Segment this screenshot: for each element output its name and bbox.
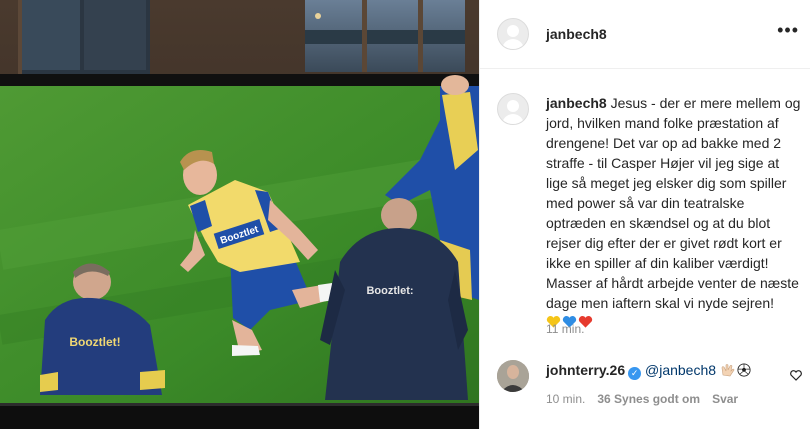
post-timestamp[interactable]: 11 min. (546, 322, 584, 336)
staff-jacket-text-left: Booztlet! (69, 335, 120, 349)
more-options-icon[interactable]: ••• (777, 21, 799, 39)
author-avatar[interactable] (497, 18, 529, 50)
comment-meta: 10 min. 36 Synes godt om Svar (546, 392, 750, 406)
soccer-ball-icon (737, 363, 751, 377)
caption-author-username[interactable]: janbech8 (546, 95, 607, 111)
tv-screen-photo: Booztlet Booztlet! Booztlet: (0, 0, 479, 429)
clapping-hands-icon (721, 364, 735, 377)
commenter-avatar[interactable] (497, 360, 529, 392)
verified-badge-icon: ✓ (628, 367, 642, 380)
staff-jacket-text-right: Booztlet: (366, 285, 413, 297)
comment-mention[interactable]: @janbech8 (645, 362, 716, 378)
post-photo[interactable]: Booztlet Booztlet! Booztlet: (0, 0, 479, 429)
post-view: Booztlet Booztlet! Booztlet: janbech8 ••… (0, 0, 810, 429)
like-comment-heart-icon[interactable] (790, 368, 802, 386)
author-username[interactable]: janbech8 (546, 26, 607, 42)
comment-timestamp[interactable]: 10 min. (546, 392, 585, 406)
comment-row: johnterry.26 ✓ @janbech8 (546, 361, 752, 380)
post-caption: janbech8 Jesus - der er mere mellem og j… (546, 93, 802, 333)
comment-reply-button[interactable]: Svar (712, 392, 738, 406)
comment-likes[interactable]: 36 Synes godt om (597, 392, 700, 406)
post-header: janbech8 ••• (480, 0, 810, 69)
caption-author-avatar[interactable] (497, 93, 529, 125)
caption-text: Jesus - der er mere mellem og jord, hvil… (546, 95, 801, 311)
commenter-username[interactable]: johnterry.26 (546, 362, 625, 378)
post-details-panel: janbech8 ••• janbech8 Jesus - der er mer… (479, 0, 810, 429)
